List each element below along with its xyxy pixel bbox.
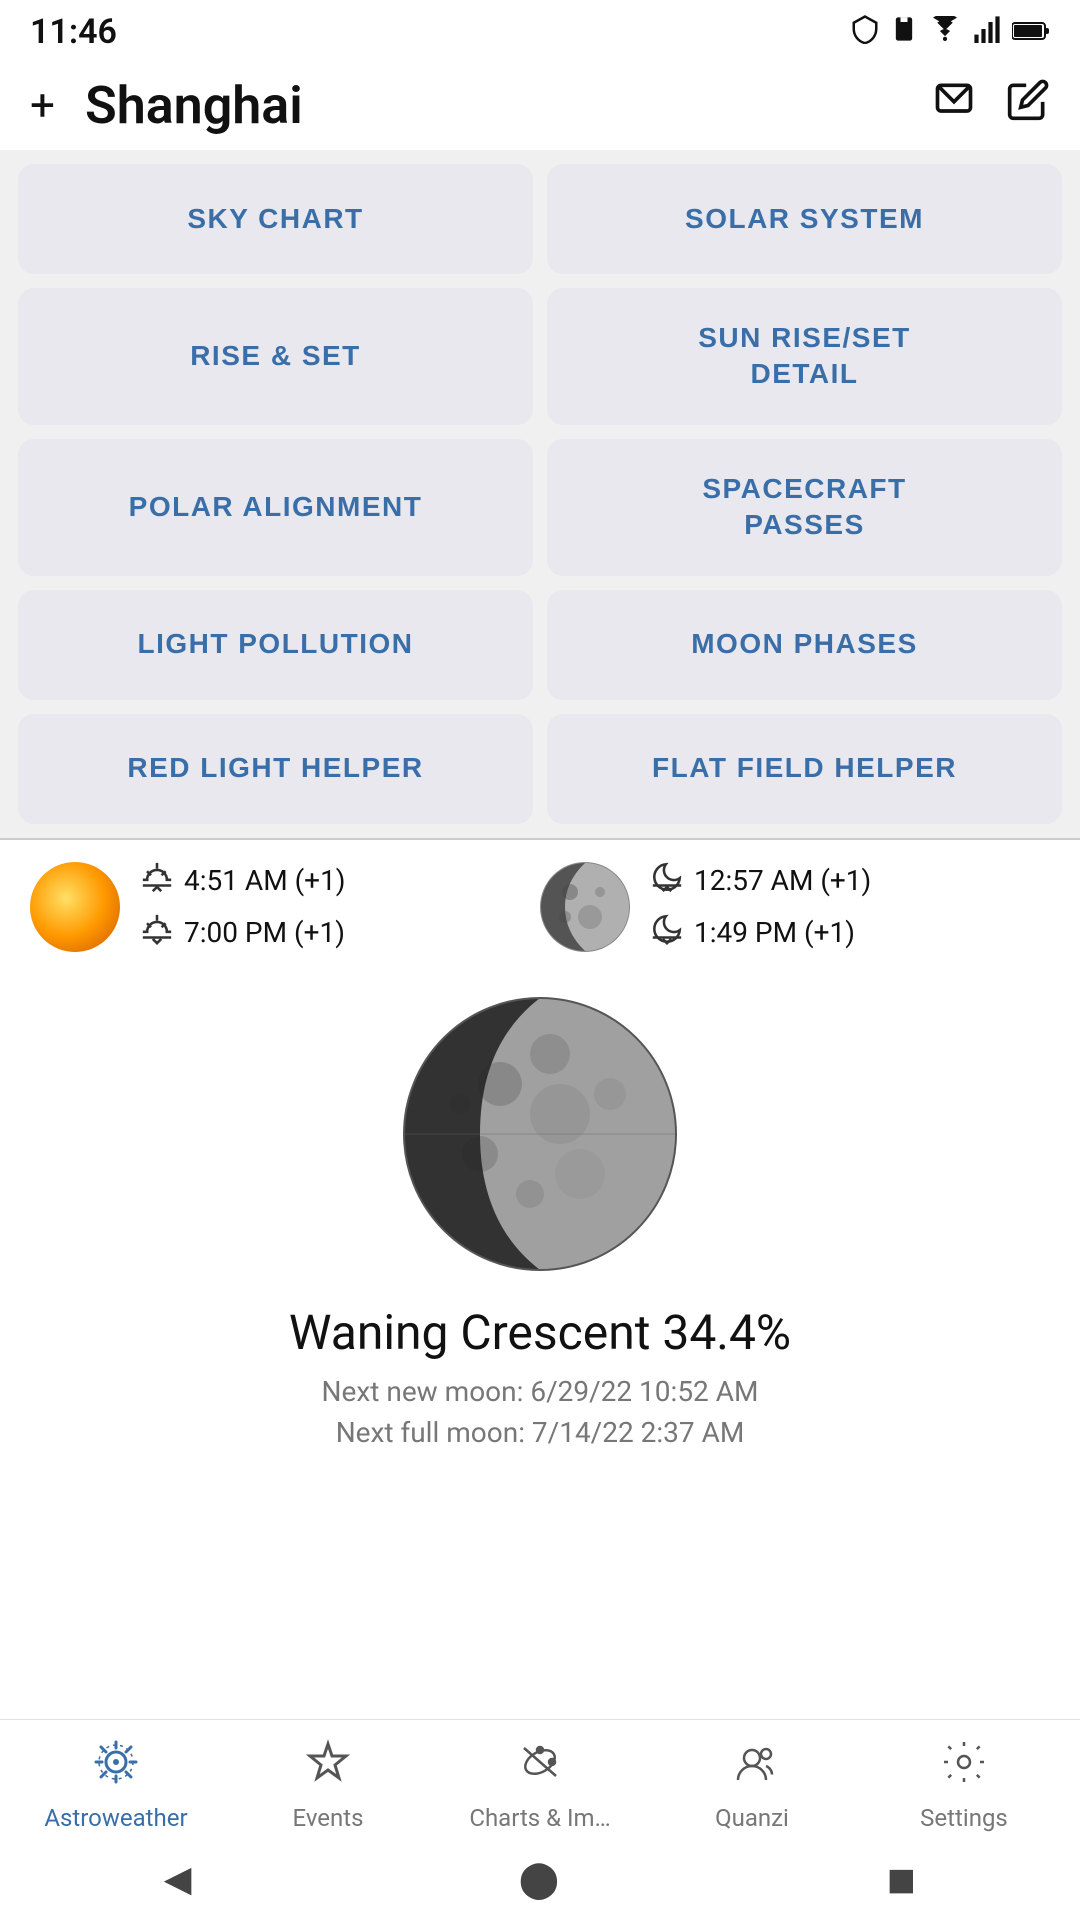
- polar-alignment-button[interactable]: POLAR ALIGNMENT: [18, 439, 533, 576]
- sun-cell: 4:51 AM (+1) 7:00 PM (+1): [30, 860, 540, 954]
- message-button[interactable]: [932, 78, 976, 133]
- status-time: 11:46: [30, 12, 117, 52]
- sunset-icon: [140, 912, 174, 954]
- top-bar-left: + Shanghai: [30, 75, 303, 136]
- moon-large-image: [400, 994, 680, 1274]
- add-button[interactable]: +: [30, 79, 55, 131]
- sun-rise-set-detail-button[interactable]: SUN RISE/SETDETAIL: [547, 288, 1062, 425]
- wifi-icon: [928, 16, 962, 49]
- charts-icon: [516, 1738, 564, 1798]
- nav-charts[interactable]: Charts & Im…: [434, 1738, 646, 1832]
- menu-grid: SKY CHART SOLAR SYSTEM RISE & SET SUN RI…: [0, 150, 1080, 838]
- sun-times: 4:51 AM (+1) 7:00 PM (+1): [140, 860, 346, 954]
- nav-charts-label: Charts & Im…: [469, 1804, 610, 1832]
- astro-row: 4:51 AM (+1) 7:00 PM (+1): [0, 840, 1080, 974]
- spacecraft-passes-button[interactable]: SPACECRAFTPASSES: [547, 439, 1062, 576]
- next-new-moon: Next new moon: 6/29/22 10:52 AM: [322, 1375, 759, 1408]
- bottom-nav: Astroweather Events Charts & Im…: [0, 1719, 1080, 1842]
- red-light-helper-button[interactable]: RED LIGHT HELPER: [18, 714, 533, 824]
- shield-icon: [850, 14, 880, 51]
- sun-set-row: 7:00 PM (+1): [140, 912, 346, 954]
- moon-rise-time: 12:57 AM (+1): [694, 864, 871, 897]
- moon-set-time: 1:49 PM (+1): [694, 916, 855, 949]
- system-nav: ◀ ⬤ ◼: [0, 1842, 1080, 1920]
- nav-events-label: Events: [292, 1804, 363, 1832]
- status-icons: [850, 14, 1050, 51]
- moon-phase-label: Waning Crescent 34.4%: [289, 1304, 791, 1361]
- sun-rise-row: 4:51 AM (+1): [140, 860, 346, 902]
- moon-times: 12:57 AM (+1) 1:49 PM (+1): [650, 860, 871, 954]
- nav-quanzi-label: Quanzi: [715, 1804, 789, 1832]
- moon-phases-button[interactable]: MOON PHASES: [547, 590, 1062, 700]
- flat-field-helper-button[interactable]: FLAT FIELD HELPER: [547, 714, 1062, 824]
- page-title: Shanghai: [85, 75, 303, 136]
- sky-chart-button[interactable]: SKY CHART: [18, 164, 533, 274]
- events-icon: [304, 1738, 352, 1798]
- moon-rise-row: 12:57 AM (+1): [650, 860, 871, 902]
- sunrise-icon: [140, 860, 174, 902]
- nav-quanzi[interactable]: Quanzi: [646, 1738, 858, 1832]
- rise-set-button[interactable]: RISE & SET: [18, 288, 533, 425]
- moon-image: [540, 862, 630, 952]
- moon-set-row: 1:49 PM (+1): [650, 912, 871, 954]
- moon-cell: 12:57 AM (+1) 1:49 PM (+1): [540, 860, 1050, 954]
- moonset-icon: [650, 912, 684, 954]
- nav-settings-label: Settings: [920, 1804, 1008, 1832]
- nav-events[interactable]: Events: [222, 1738, 434, 1832]
- battery-icon: [1012, 16, 1050, 49]
- signal-icon: [972, 15, 1002, 50]
- moonrise-icon: [650, 860, 684, 902]
- sun-set-time: 7:00 PM (+1): [184, 916, 345, 949]
- edit-button[interactable]: [1006, 78, 1050, 133]
- status-bar: 11:46: [0, 0, 1080, 60]
- solar-system-button[interactable]: SOLAR SYSTEM: [547, 164, 1062, 274]
- astroweather-icon: [92, 1738, 140, 1798]
- back-button[interactable]: ◀: [164, 1858, 192, 1900]
- settings-icon: [940, 1738, 988, 1798]
- home-button[interactable]: ⬤: [519, 1858, 559, 1900]
- next-full-moon: Next full moon: 7/14/22 2:37 AM: [336, 1416, 745, 1449]
- top-bar-right: [932, 78, 1050, 133]
- nav-settings[interactable]: Settings: [858, 1738, 1070, 1832]
- nav-astroweather-label: Astroweather: [44, 1804, 187, 1832]
- nav-astroweather[interactable]: Astroweather: [10, 1738, 222, 1832]
- quanzi-icon: [728, 1738, 776, 1798]
- recents-button[interactable]: ◼: [886, 1858, 916, 1900]
- sun-rise-time: 4:51 AM (+1): [184, 864, 346, 897]
- moon-phase-section: Waning Crescent 34.4% Next new moon: 6/2…: [0, 974, 1080, 1487]
- top-bar: + Shanghai: [0, 60, 1080, 150]
- sim-icon: [890, 15, 918, 50]
- sun-image: [30, 862, 120, 952]
- light-pollution-button[interactable]: LIGHT POLLUTION: [18, 590, 533, 700]
